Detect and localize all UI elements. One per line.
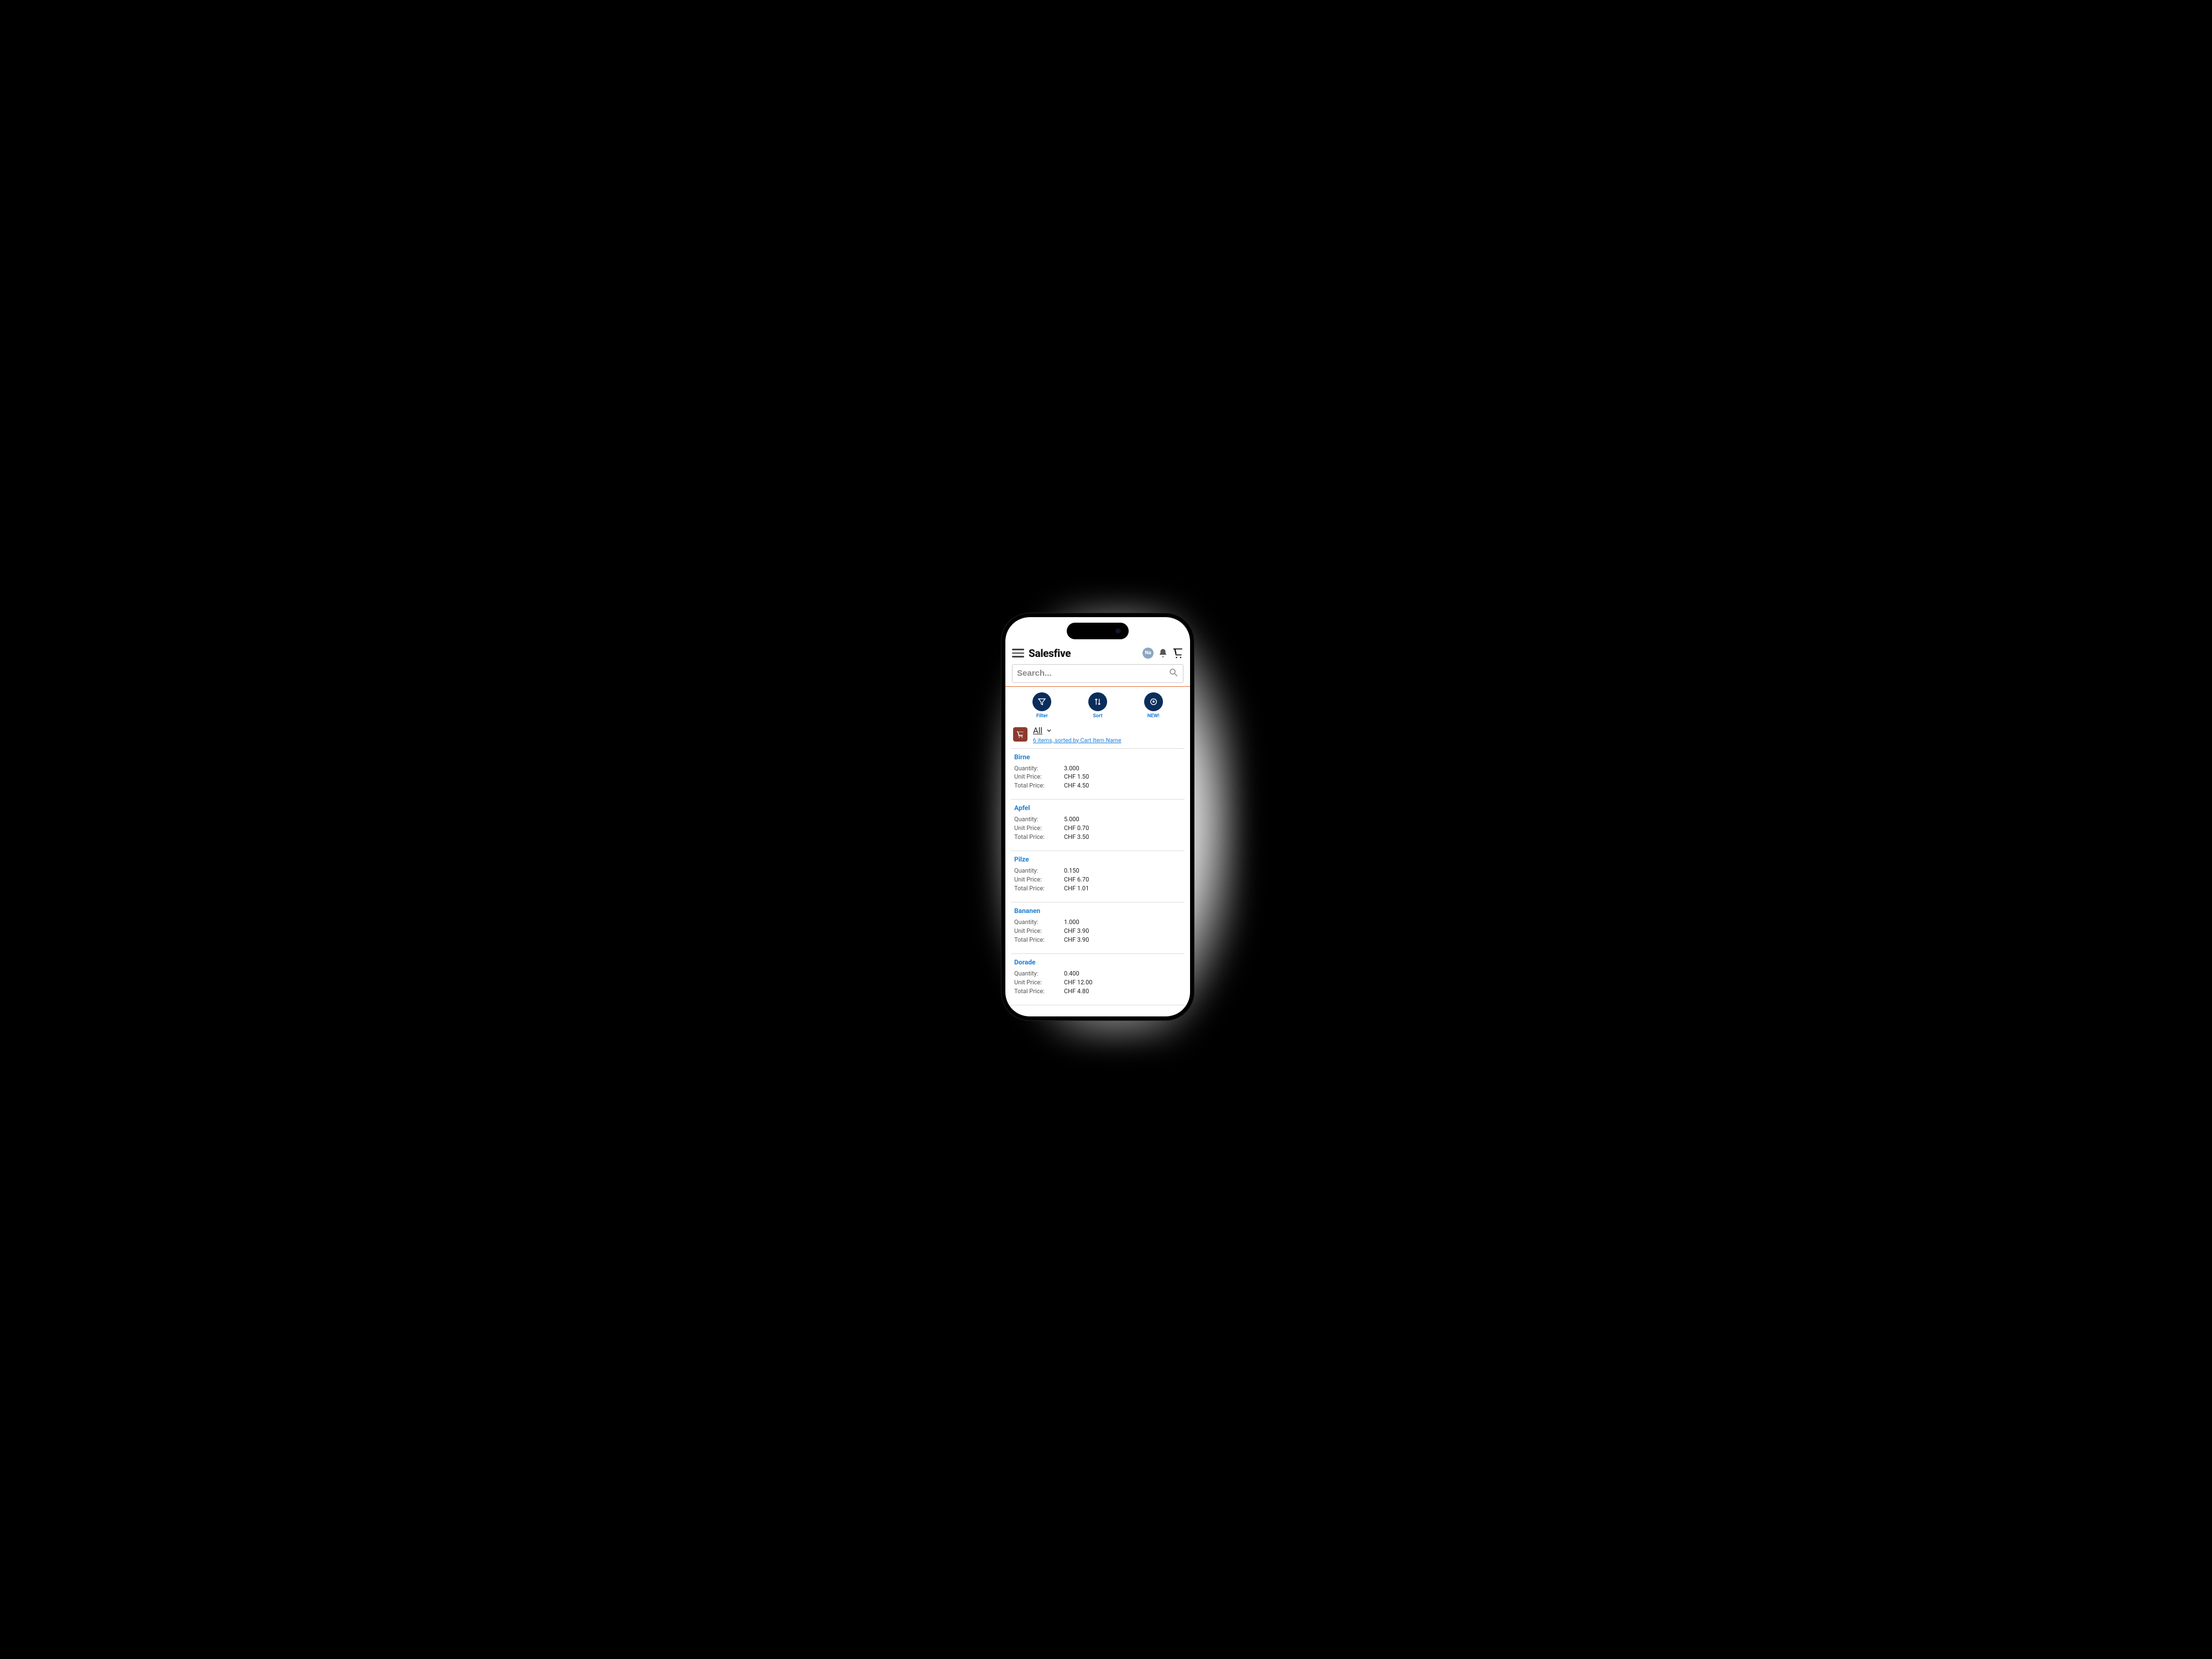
label-quantity: Quantity: [1014,969,1064,978]
sort-label: Sort [1093,713,1102,719]
cart-item-name[interactable]: Pilze [1014,855,1181,863]
bell-icon[interactable] [1158,648,1168,658]
label-unit-price: Unit Price: [1014,773,1064,781]
value-total-price: CHF 4.80 [1064,987,1089,996]
value-unit-price: CHF 0.70 [1064,824,1089,833]
value-unit-price: CHF 12.00 [1064,978,1092,987]
label-quantity: Quantity: [1014,764,1064,773]
label-total-price: Total Price: [1014,987,1064,996]
value-total-price: CHF 1.01 [1064,884,1089,893]
app-header: Salesfive Na [1011,645,1185,664]
list-summary-link[interactable]: 6 items, sorted by Cart Item Name [1033,737,1121,744]
value-total-price: CHF 3.90 [1064,936,1089,945]
cart-item: Dorade Quantity:0.400Unit Price:CHF 12.00… [1011,954,1185,1000]
label-unit-price: Unit Price: [1014,824,1064,833]
label-quantity: Quantity: [1014,867,1064,875]
brand-title: Salesfive [1029,647,1071,660]
accent-divider [1005,686,1190,687]
phone-notch [1067,623,1129,639]
search-field[interactable] [1012,664,1183,683]
user-badge-text: Na [1145,650,1151,656]
label-total-price: Total Price: [1014,781,1064,790]
list-selection-dropdown[interactable]: All [1033,726,1121,735]
user-badge[interactable]: Na [1142,648,1154,659]
sort-button[interactable]: Sort [1088,692,1107,719]
value-quantity: 0.400 [1064,969,1079,978]
cart-item: Bananen Quantity:1.000Unit Price:CHF 3.90… [1011,902,1185,949]
value-unit-price: CHF 6.70 [1064,875,1089,884]
label-total-price: Total Price: [1014,884,1064,893]
cart-item: Pilze Quantity:0.150Unit Price:CHF 6.70To… [1011,851,1185,898]
cart-item-list: BirneQuantity:3.000Unit Price:CHF 1.50To… [1011,749,1185,1005]
search-input[interactable] [1017,669,1168,678]
funnel-icon [1032,692,1051,711]
list-filter-bar: All 6 items, sorted by Cart Item Name [1011,726,1185,744]
phone-screen: Salesfive Na [1005,617,1190,1016]
label-quantity: Quantity: [1014,918,1064,927]
label-unit-price: Unit Price: [1014,927,1064,936]
value-total-price: CHF 3.50 [1064,833,1089,842]
value-quantity: 3.000 [1064,764,1079,773]
cart-item-name[interactable]: Apfel [1014,804,1181,812]
label-unit-price: Unit Price: [1014,978,1064,987]
label-quantity: Quantity: [1014,815,1064,824]
filter-label: Filter [1036,713,1048,719]
value-unit-price: CHF 3.90 [1064,927,1089,936]
value-quantity: 5.000 [1064,815,1079,824]
value-quantity: 0.150 [1064,867,1079,875]
chevron-down-icon [1046,727,1052,734]
star-icon [1144,692,1163,711]
action-row: Filter Sort [1011,692,1185,719]
cart-item-name[interactable]: Dorade [1014,958,1181,966]
label-unit-price: Unit Price: [1014,875,1064,884]
menu-icon[interactable] [1012,649,1024,658]
cart-item: Birne Quantity:3.000Unit Price:CHF 1.50To… [1011,749,1185,795]
value-quantity: 1.000 [1064,918,1079,927]
search-icon[interactable] [1168,667,1178,680]
new-button[interactable]: NEW! [1144,692,1163,719]
cart-item: Apfel Quantity:5.000Unit Price:CHF 0.70To… [1011,800,1185,846]
label-total-price: Total Price: [1014,936,1064,945]
filter-button[interactable]: Filter [1032,692,1051,719]
new-label: NEW! [1147,713,1160,719]
cart-icon[interactable] [1172,648,1183,659]
cart-box-icon[interactable] [1013,727,1027,742]
label-total-price: Total Price: [1014,833,1064,842]
phone-frame: Salesfive Na [1001,613,1194,1021]
value-unit-price: CHF 1.50 [1064,773,1089,781]
cart-item-name[interactable]: Bananen [1014,907,1181,915]
sort-icon [1088,692,1107,711]
list-selection-label: All [1033,726,1042,735]
value-total-price: CHF 4.50 [1064,781,1089,790]
cart-item-name[interactable]: Birne [1014,753,1181,761]
